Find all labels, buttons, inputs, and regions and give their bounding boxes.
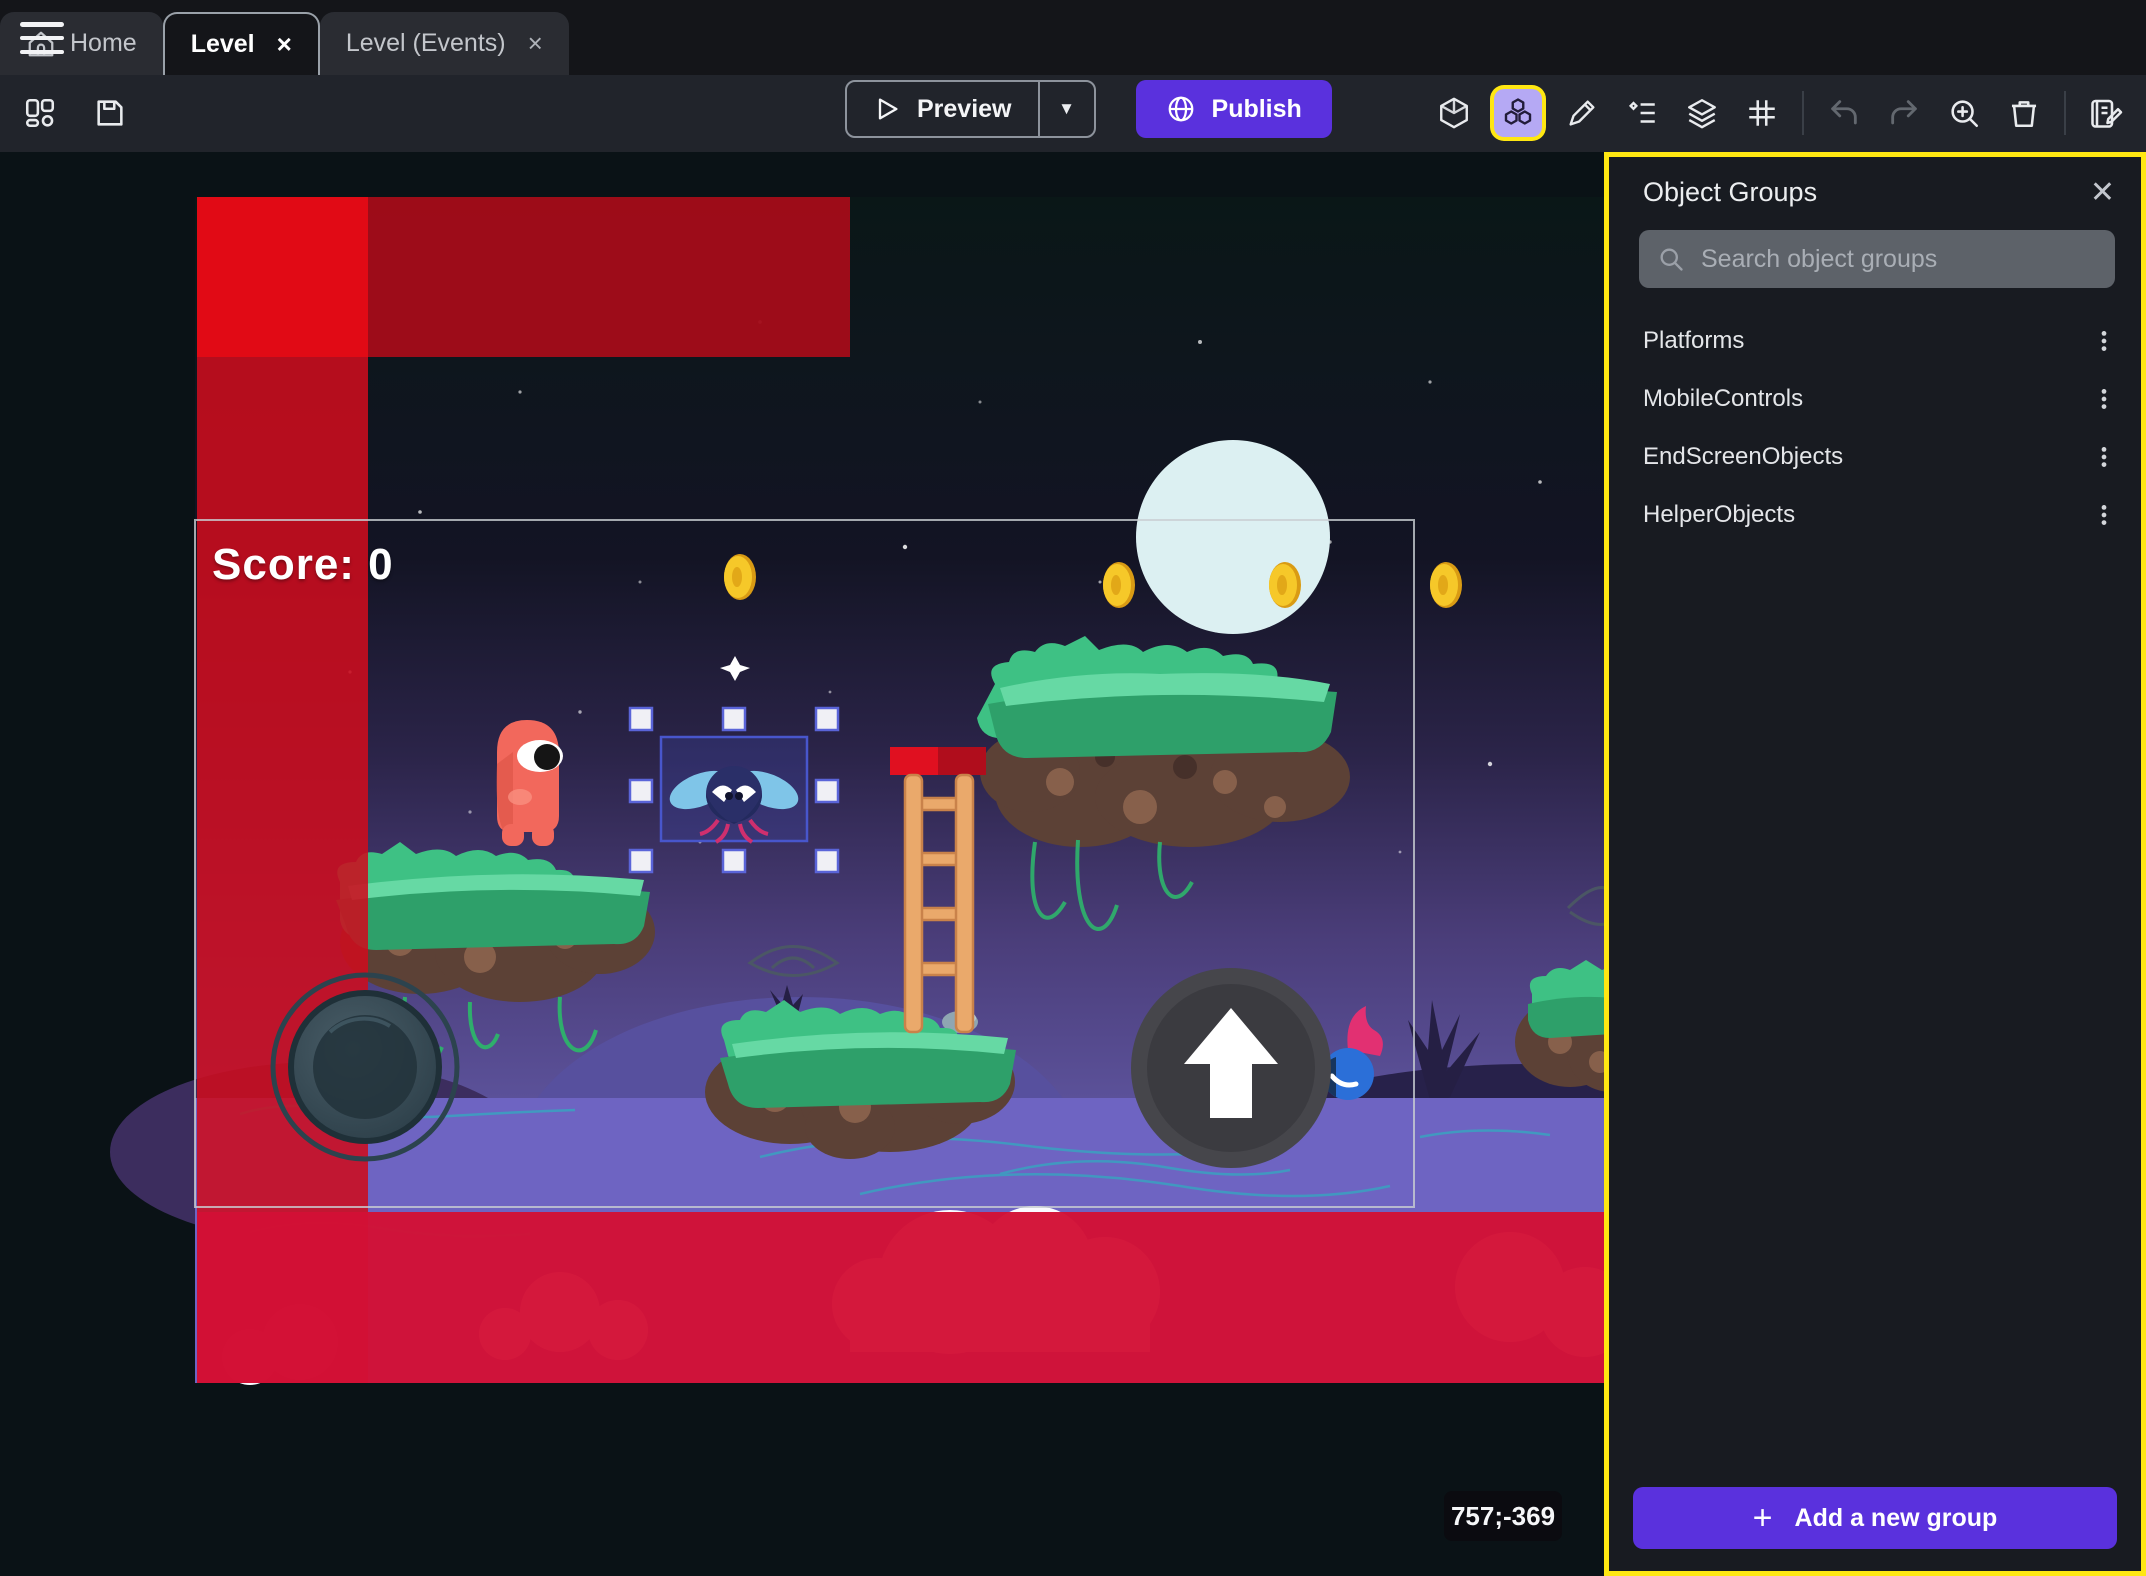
search-box[interactable] [1639,230,2115,288]
publish-button[interactable]: Publish [1136,80,1332,138]
kebab-menu-icon[interactable] [2091,328,2117,354]
kebab-menu-icon[interactable] [2091,444,2117,470]
undo-icon[interactable] [1818,87,1870,139]
chevron-down-icon: ▼ [1058,99,1075,119]
preview-button[interactable]: Preview [847,82,1038,136]
zoom-in-icon[interactable] [1938,87,1990,139]
search-icon [1657,245,1685,273]
play-icon [873,95,901,123]
globe-icon [1166,94,1196,124]
toolbar: Preview ▼ Publish [0,75,2146,152]
edit-objects-icon[interactable] [1556,87,1608,139]
search-input[interactable] [1701,245,2097,274]
player-character[interactable] [497,720,563,846]
add-group-button[interactable]: + Add a new group [1633,1487,2117,1549]
publish-label: Publish [1212,95,1302,124]
scene-editor-canvas[interactable]: Score: 0 757;-369 [0,152,1612,1576]
grid-icon[interactable] [1736,87,1788,139]
wall-bottom[interactable] [197,1212,1612,1383]
cursor-coordinates: 757;-369 [1444,1491,1562,1541]
instances-list-icon[interactable] [1616,87,1668,139]
kebab-menu-icon[interactable] [2091,386,2117,412]
add-group-label: Add a new group [1795,1504,1998,1533]
redo-icon[interactable] [1878,87,1930,139]
group-row-endscreenobjects[interactable]: EndScreenObjects [1609,428,2141,486]
plus-icon: + [1753,1501,1773,1535]
group-row-mobilecontrols[interactable]: MobileControls [1609,370,2141,428]
layers-icon[interactable] [1676,87,1728,139]
tab-bar: Home Level × Level (Events) × [0,0,2146,75]
group-row-helperobjects[interactable]: HelperObjects [1609,486,2141,544]
tab-label: Home [70,29,137,58]
tab-label: Level [191,30,255,59]
panel-title: Object Groups [1643,177,1817,208]
joystick-control[interactable] [273,975,457,1159]
objects-icon[interactable] [1428,87,1480,139]
object-groups-panel: Object Groups ✕ Platforms MobileControls… [1604,152,2146,1576]
score-text: Score: 0 [212,540,394,590]
scene-artwork [0,152,1612,1576]
close-tab-icon[interactable]: × [269,29,292,60]
wall-left[interactable] [197,197,368,1383]
moon [1136,440,1330,634]
save-icon[interactable] [84,87,136,139]
edit-scene-icon[interactable] [2080,87,2132,139]
tab-label: Level (Events) [346,29,506,58]
tab-level-events[interactable]: Level (Events) × [320,12,569,75]
close-tab-icon[interactable]: × [520,28,543,59]
preview-label: Preview [917,95,1012,124]
layout-panels-icon[interactable] [14,87,66,139]
object-groups-icon[interactable] [1494,89,1542,137]
group-row-platforms[interactable]: Platforms [1609,312,2141,370]
trash-icon[interactable] [1998,87,2050,139]
jump-button[interactable] [1131,968,1331,1168]
hamburger-icon[interactable] [20,22,64,54]
tab-level[interactable]: Level × [163,12,320,75]
preview-options-button[interactable]: ▼ [1040,82,1094,136]
group-list: Platforms MobileControls EndScreenObject… [1609,312,2141,544]
kebab-menu-icon[interactable] [2091,502,2117,528]
preview-split-button: Preview ▼ [845,80,1096,138]
close-icon[interactable]: ✕ [2090,178,2115,208]
